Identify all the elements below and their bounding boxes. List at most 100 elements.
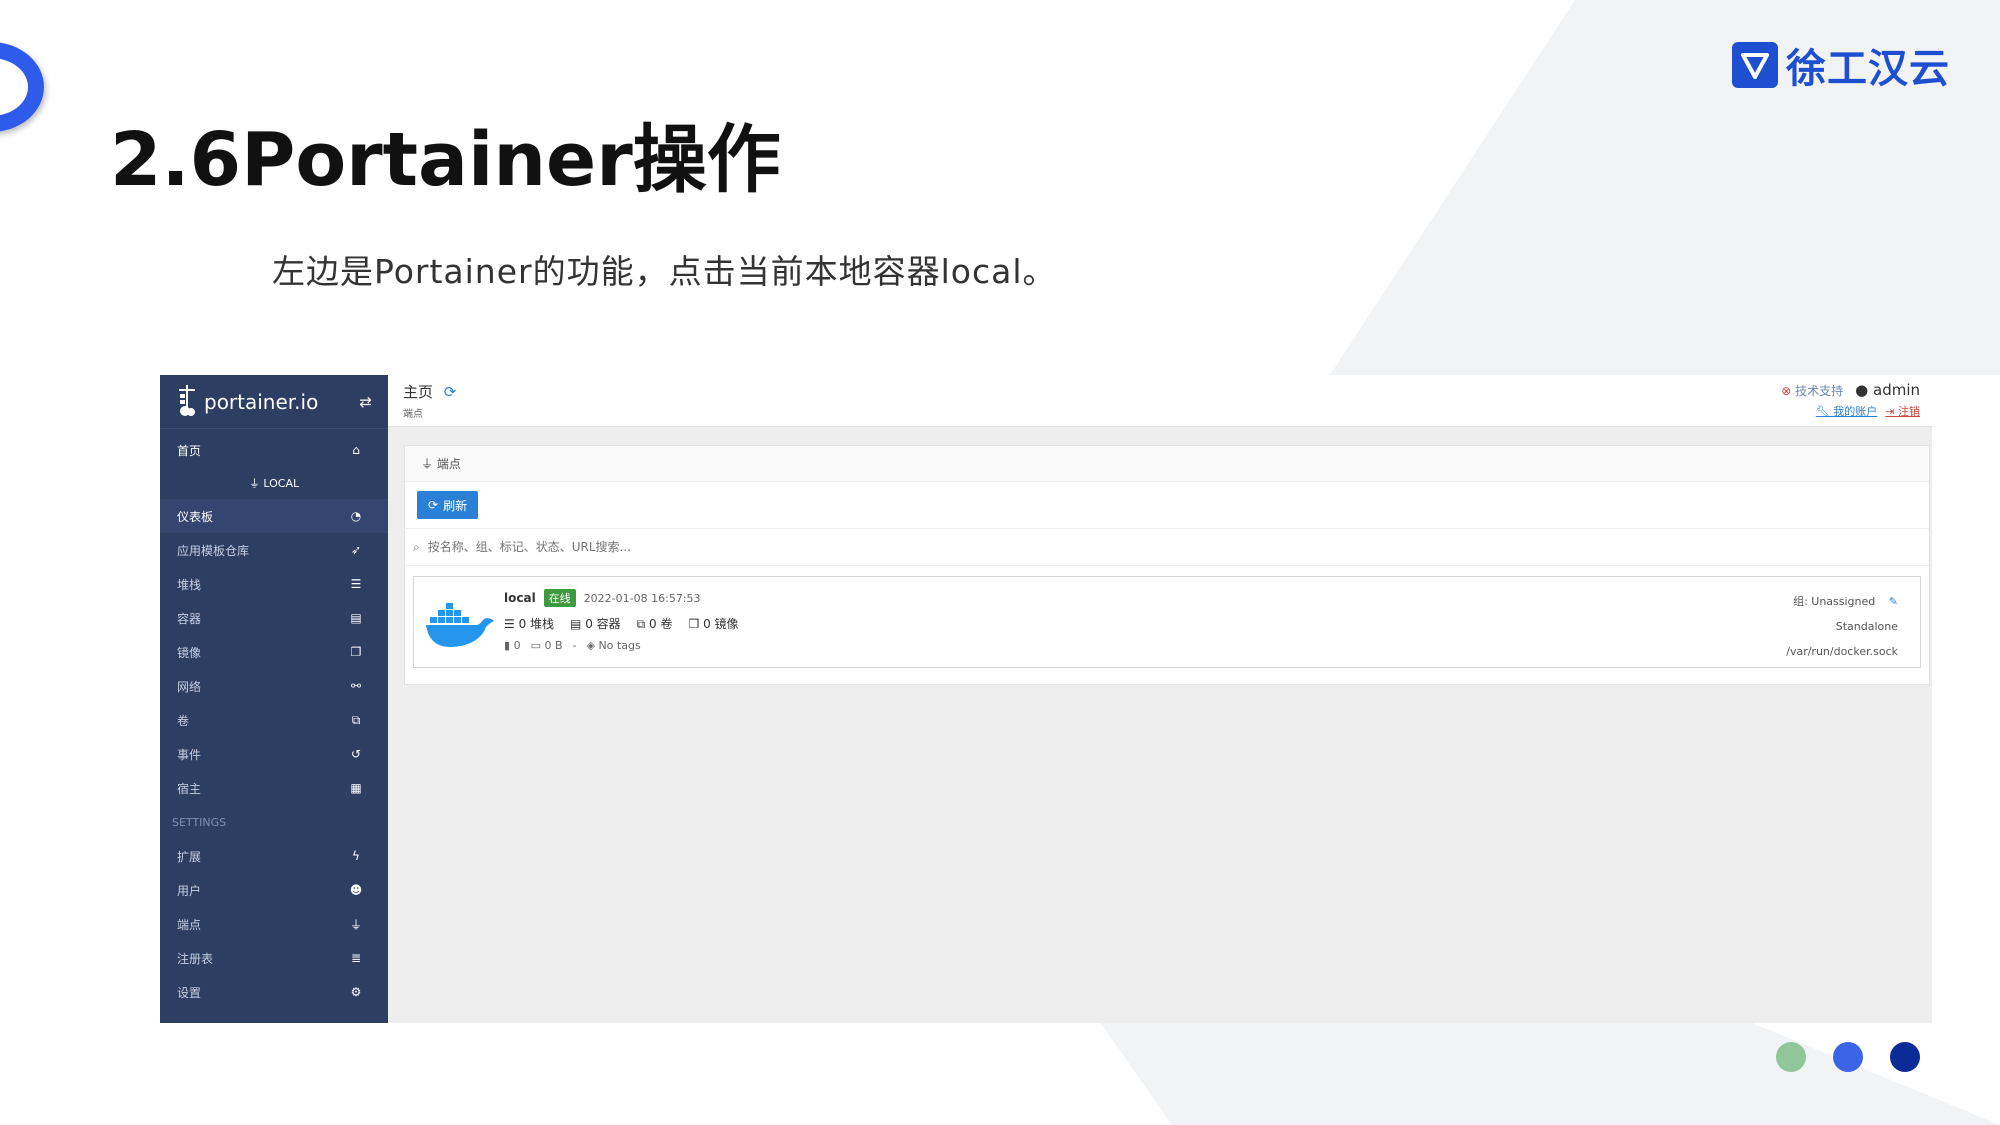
search-input[interactable] — [427, 540, 1028, 554]
sidebar-item-label: 容器 — [177, 611, 202, 626]
edit-pencil-icon[interactable]: ✎ — [1889, 595, 1898, 608]
endpoint-type: Standalone — [1835, 620, 1898, 633]
endpoint-name: local — [504, 591, 536, 605]
user-area: ⊗ 技术支持 ● admin 🔧︎ 我的账户 ⇥ 注销 — [1781, 381, 1920, 419]
stat-containers-value: 0 容器 — [585, 617, 621, 631]
server-icon: ▤ — [570, 617, 586, 631]
sidebar-item-events[interactable]: 事件 ↺ — [160, 737, 388, 771]
sidebar-item-networks[interactable]: 网络 ⚯ — [160, 669, 388, 703]
sidebar-item-label: 用户 — [177, 883, 202, 898]
sidebar-item-users[interactable]: 用户 ☻ — [160, 873, 388, 907]
panel-header-label: 端点 — [436, 457, 461, 471]
endpoint-group: 组: Unassigned — [1793, 595, 1876, 608]
sidebar-item-endpoints[interactable]: 端点 ⏚ — [160, 907, 388, 941]
sidebar-item-volumes[interactable]: 卷 ⧉ — [160, 703, 388, 737]
refresh-icon: ⟳ — [428, 498, 439, 512]
background-shape-bottom — [1100, 1022, 2000, 1125]
sidebar-item-label: 仪表板 — [177, 509, 214, 524]
support-icon: ⊗ — [1781, 383, 1792, 398]
my-account-link[interactable]: 🔧︎ 我的账户 — [1816, 403, 1877, 419]
endpoint-card-local[interactable]: local 在线 2022-01-08 16:57:53 ☰ 0 堆栈 ▤ 0 … — [413, 576, 1921, 668]
separator: - — [572, 639, 577, 652]
logout-link[interactable]: ⇥ 注销 — [1885, 403, 1920, 419]
stat-volumes: ⧉ 0 卷 — [637, 615, 673, 632]
bolt-icon: ϟ — [352, 849, 360, 863]
stat-memory: ▭ 0 B — [531, 639, 563, 652]
stat-stacks: ☰ 0 堆栈 — [504, 615, 554, 632]
cubes-icon: ⧉ — [636, 617, 650, 631]
breadcrumb: 端点 — [403, 409, 423, 420]
stat-stacks-value: 0 堆栈 — [518, 617, 555, 631]
sidebar-item-images[interactable]: 镜像 ❐ — [160, 635, 388, 669]
sidebar-item-label: 设置 — [177, 985, 202, 1000]
tags-value: No tags — [598, 639, 641, 652]
sidebar-item-dashboard[interactable]: 仪表板 ◔ — [160, 499, 388, 533]
database-icon: ≣ — [350, 951, 362, 965]
brand: 徐工汉云 — [1732, 36, 1950, 94]
search-icon: ⌕ — [413, 539, 420, 554]
page-title: 主页 ⟳ — [403, 381, 456, 402]
endpoint-header: local 在线 2022-01-08 16:57:53 — [504, 589, 701, 607]
sidebar-section-settings: SETTINGS — [172, 815, 227, 829]
panel-header: ⏚ 端点 — [405, 446, 1929, 482]
pagination-dots — [1776, 1042, 1920, 1072]
list-icon: ☰ — [504, 617, 519, 631]
plug-icon: ⏚ — [248, 477, 264, 490]
sign-out-icon: ⇥ — [1885, 405, 1895, 418]
sidebar-item-registries[interactable]: 注册表 ≣ — [160, 941, 388, 975]
stat-containers: ▤ 0 容器 — [570, 615, 621, 632]
sidebar-item-host[interactable]: 宿主 ▦ — [160, 771, 388, 805]
brand-logo-icon — [1732, 42, 1778, 88]
status-badge: 在线 — [543, 589, 576, 607]
clone-icon: ❐ — [688, 617, 704, 631]
clone-icon: ❐ — [350, 645, 362, 659]
endpoint-stats: ☰ 0 堆栈 ▤ 0 容器 ⧉ 0 卷 ❐ 0 镜像 — [504, 615, 739, 632]
refresh-button[interactable]: ⟳ 刷新 — [417, 491, 479, 519]
stat-memory-value: 0 B — [544, 639, 563, 652]
cogs-icon: ⚙ — [350, 985, 362, 999]
cpu-icon: ▮ — [504, 639, 514, 652]
sidebar-item-label: 堆栈 — [177, 577, 202, 592]
main-content: 主页 ⟳ 端点 ⊗ 技术支持 ● admin 🔧︎ 我的账户 ⇥ 注销 ⏚ 端点… — [388, 375, 1932, 1023]
sidebar-item-app-templates[interactable]: 应用模板仓库 ➶ — [160, 533, 388, 567]
brand-name: 徐工汉云 — [1786, 46, 1950, 92]
sidebar-item-label: 宿主 — [177, 781, 202, 796]
sidebar-item-label: 端点 — [177, 917, 202, 932]
server-icon: ▤ — [350, 611, 362, 625]
current-user: ● admin — [1855, 381, 1920, 399]
sidebar-brand[interactable]: portainer.io ⇄ — [160, 375, 388, 429]
sidebar-item-home[interactable]: 首页 ⌂ — [160, 433, 388, 467]
support-link[interactable]: ⊗ 技术支持 — [1781, 382, 1843, 399]
support-label: 技术支持 — [1795, 383, 1844, 398]
swap-icon[interactable]: ⇄ — [359, 393, 372, 411]
topbar: 主页 ⟳ 端点 ⊗ 技术支持 ● admin 🔧︎ 我的账户 ⇥ 注销 — [388, 375, 1932, 427]
portainer-logo-icon — [176, 383, 198, 421]
endpoint-details: 组: Unassigned ✎ Standalone /var/run/dock… — [1786, 589, 1898, 664]
sidebar-item-stacks[interactable]: 堆栈 ☰ — [160, 567, 388, 601]
refresh-icon[interactable]: ⟳ — [444, 383, 457, 401]
corner-arc-decoration — [0, 42, 44, 132]
portainer-screenshot: portainer.io ⇄ 首页 ⌂ ⏚ LOCAL 仪表板 ◔ 应用模板仓库… — [160, 375, 1932, 1023]
sidebar-local-label: LOCAL — [263, 476, 300, 490]
sidebar-item-containers[interactable]: 容器 ▤ — [160, 601, 388, 635]
sidebar-item-extensions[interactable]: 扩展 ϟ — [160, 839, 388, 873]
panel-actions: ⟳ 刷新 — [405, 482, 1929, 528]
rocket-icon: ➶ — [350, 543, 362, 557]
logout-label: 注销 — [1898, 405, 1920, 418]
endpoint-url: /var/run/docker.sock — [1786, 645, 1898, 658]
wrench-icon: 🔧︎ — [1815, 405, 1830, 418]
stat-images: ❐ 0 镜像 — [688, 615, 738, 632]
portainer-wordmark: portainer.io — [204, 389, 319, 414]
list-icon: ☰ — [350, 577, 362, 591]
sidebar-item-settings[interactable]: 设置 ⚙ — [160, 975, 388, 1009]
users-icon: ☻ — [349, 883, 363, 897]
sidebar: portainer.io ⇄ 首页 ⌂ ⏚ LOCAL 仪表板 ◔ 应用模板仓库… — [160, 375, 388, 1023]
slide-subtitle: 左边是Portainer的功能，点击当前本地容器local。 — [272, 252, 1057, 291]
sidebar-endpoint-local: ⏚ LOCAL — [160, 467, 388, 499]
dot-blue — [1833, 1042, 1863, 1072]
endpoint-tags: ◈ No tags — [586, 639, 640, 652]
plug-icon: ⏚ — [421, 457, 437, 471]
cubes-icon: ⧉ — [351, 712, 361, 727]
endpoints-panel: ⏚ 端点 ⟳ 刷新 ⌕ 按名称、组、标记、状态、URL搜索... local 在… — [404, 445, 1930, 685]
dashboard-icon: ◔ — [350, 509, 362, 523]
